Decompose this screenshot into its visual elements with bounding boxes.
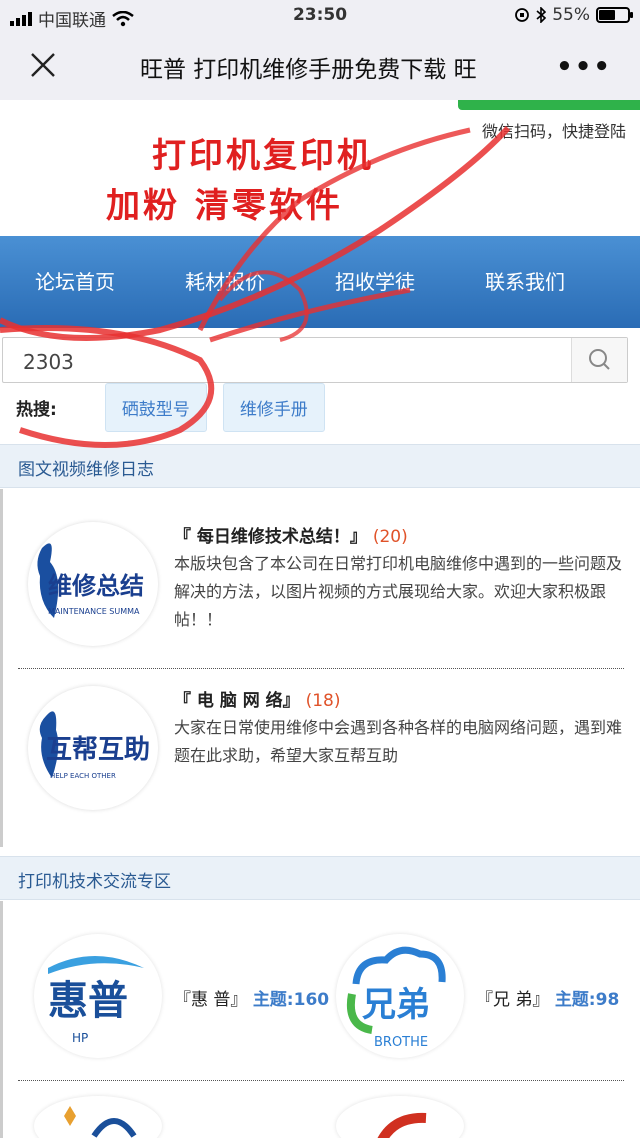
forum-desc: 大家在日常使用维修中会遇到各种各样的电脑网络问题，遇到难题在此求助，希望大家互帮… (174, 718, 623, 765)
hot-tag[interactable]: 维修手册 (222, 382, 325, 432)
forum-logo: 维修总结 MAINTENANCE SUMMA (28, 522, 158, 646)
more-icon[interactable]: ••• (556, 52, 612, 82)
brand-logo: 惠普 HP (34, 934, 162, 1058)
search-button[interactable] (571, 338, 627, 382)
banner-line-2: 加粉 清零软件 (106, 186, 343, 226)
rotation-lock-icon (515, 8, 530, 22)
forum-desc: 本版块包含了本公司在日常打印机电脑维修中遇到的一些问题及解决的方法，以图片视频的… (174, 554, 623, 629)
menu-item-home[interactable]: 论坛首页 (0, 236, 150, 328)
login-tip: 微信扫码，快捷登陆 (481, 122, 626, 141)
svg-text:MAINTENANCE SUMMA: MAINTENANCE SUMMA (48, 607, 140, 616)
brand-item[interactable]: 兄弟 BROTHE 『兄 弟』 主题:98 (336, 934, 636, 1064)
battery-percent: 55% (552, 5, 590, 25)
section-header: 图文视频维修日志 (0, 444, 640, 488)
menu-item-prices[interactable]: 耗材报价 (150, 236, 300, 328)
section-header: 打印机技术交流专区 (0, 856, 640, 900)
forum-name: 『 电 脑 网 络』 (18) (174, 691, 341, 711)
menu-item-contact[interactable]: 联系我们 (450, 236, 600, 328)
wechat-nav-bar: 旺普 打印机维修手册免费下载 旺 ••• (0, 32, 640, 100)
forum-logo: 互帮互助 HELP EACH OTHER (28, 686, 158, 810)
hot-search-label: 热搜: (16, 399, 57, 420)
banner-line-1: 打印机复印机 (152, 136, 374, 176)
search-icon (589, 349, 610, 370)
svg-text:HELP EACH OTHER: HELP EACH OTHER (50, 772, 116, 780)
brand-logo: 兄弟 BROTHE (336, 934, 464, 1058)
banner: 微信扫码，快捷登陆 打印机复印机 加粉 清零软件 (0, 100, 640, 236)
forum-count: (18) (305, 691, 341, 711)
brand-item[interactable]: 惠普 HP 『惠 普』 主题:160 (34, 934, 334, 1064)
divider (18, 1080, 624, 1081)
bluetooth-icon (536, 7, 547, 23)
main-menu: 论坛首页 耗材报价 招收学徒 联系我们 (0, 236, 640, 328)
status-bar: 中国联通 23:50 55% (0, 0, 640, 32)
menu-item-apprentice[interactable]: 招收学徒 (300, 236, 450, 328)
forum-count: (20) (372, 527, 408, 547)
brand-text: 『兄 弟』 主题:98 (476, 990, 620, 1010)
svg-text:HP: HP (72, 1031, 88, 1045)
divider (18, 668, 624, 669)
close-icon[interactable] (28, 50, 58, 80)
battery-icon (596, 7, 633, 23)
search-box (2, 337, 628, 383)
search-input[interactable] (23, 350, 543, 374)
hot-tag[interactable]: 硒鼓型号 (104, 382, 207, 432)
brand-text: 『惠 普』 主题:160 (174, 990, 330, 1010)
svg-text:兄弟: 兄弟 (362, 985, 430, 1025)
svg-text:惠普: 惠普 (48, 978, 128, 1024)
page-title: 旺普 打印机维修手册免费下载 旺 (140, 57, 477, 83)
wechat-login-button[interactable] (458, 100, 640, 110)
svg-text:BROTHE: BROTHE (374, 1035, 428, 1050)
hot-search: 热搜: 硒鼓型号 维修手册 (16, 382, 341, 432)
forum-name: 『 每日维修技术总结！』 (20) (174, 527, 408, 547)
svg-text:互帮互助: 互帮互助 (46, 735, 150, 765)
svg-text:维修总结: 维修总结 (48, 572, 144, 600)
